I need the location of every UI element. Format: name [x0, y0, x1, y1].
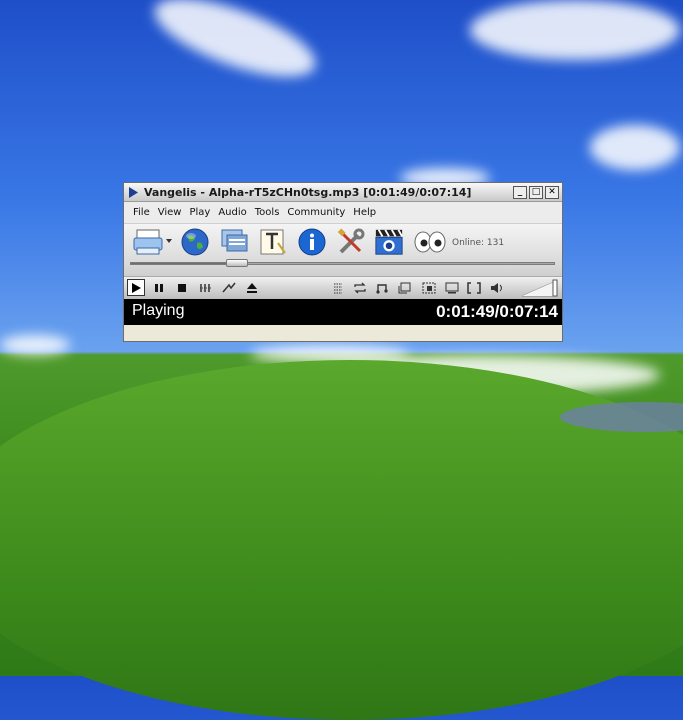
seek-handle[interactable]: [226, 259, 249, 267]
volume-slider[interactable]: [521, 279, 558, 297]
repeat-icon[interactable]: [351, 279, 369, 296]
globe-icon[interactable]: [180, 227, 210, 257]
menu-community[interactable]: Community: [287, 207, 345, 218]
window-title: Vangelis - Alpha-rT5zCHn0tsg.mp3 [0:01:4…: [144, 185, 472, 199]
eject-button[interactable]: [243, 279, 261, 296]
equalizer-icon[interactable]: [374, 279, 392, 296]
time-display: 0:01:49/0:07:14: [436, 302, 558, 321]
printer-icon[interactable]: [132, 227, 174, 257]
status-bar: Playing 0:01:49/0:07:14: [124, 299, 562, 325]
menu-view[interactable]: View: [158, 207, 182, 218]
close-button[interactable]: ✕: [545, 185, 559, 199]
eyes-icon[interactable]: [413, 227, 447, 257]
playback-state: Playing: [132, 302, 185, 319]
next-chapter-icon[interactable]: [220, 279, 238, 296]
video-icon[interactable]: [374, 227, 404, 257]
stop-button[interactable]: [173, 279, 191, 296]
playback-controls: [124, 276, 562, 299]
frame-step-icon[interactable]: [197, 279, 215, 296]
menu-file[interactable]: File: [133, 207, 150, 218]
display-icon[interactable]: [443, 279, 461, 296]
tools-icon[interactable]: [336, 227, 366, 257]
app-icon: [127, 186, 139, 198]
play-button[interactable]: [127, 279, 145, 296]
info-icon[interactable]: [297, 227, 327, 257]
menu-audio[interactable]: Audio: [218, 207, 246, 218]
seek-bar[interactable]: [130, 259, 555, 267]
subtitle-icon[interactable]: [396, 279, 414, 296]
playlist-toggle-icon[interactable]: [329, 279, 347, 296]
menu-play[interactable]: Play: [189, 207, 210, 218]
text-icon[interactable]: [258, 227, 288, 257]
capture-icon[interactable]: [420, 279, 438, 296]
media-player-window: Vangelis - Alpha-rT5zCHn0tsg.mp3 [0:01:4…: [123, 182, 563, 342]
menu-help[interactable]: Help: [353, 207, 376, 218]
minimize-button[interactable]: _: [513, 185, 527, 199]
seek-progress: [131, 263, 238, 264]
menu-tools[interactable]: Tools: [255, 207, 280, 218]
pause-button[interactable]: [150, 279, 168, 296]
title-bar[interactable]: Vangelis - Alpha-rT5zCHn0tsg.mp3 [0:01:4…: [124, 183, 562, 202]
toolbar: Online: 131: [124, 224, 562, 276]
maximize-button[interactable]: □: [529, 185, 543, 199]
online-count: Online: 131: [452, 238, 505, 248]
fullscreen-icon[interactable]: [465, 279, 483, 296]
menu-bar: File View Play Audio Tools Community Hel…: [124, 202, 562, 224]
speaker-icon[interactable]: [488, 279, 506, 296]
playlist-icon[interactable]: [220, 227, 250, 257]
